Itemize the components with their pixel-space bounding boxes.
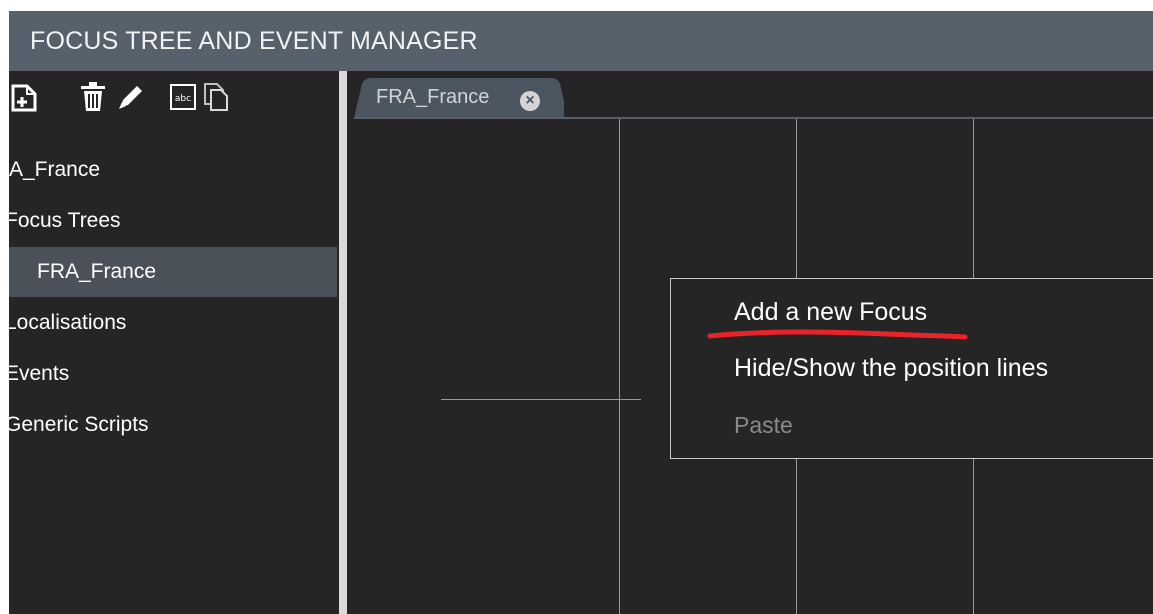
tree-item-fra-france[interactable]: FRA_France bbox=[9, 247, 337, 297]
menu-item-add-new-focus[interactable]: Add a new Focus bbox=[734, 298, 927, 327]
position-line bbox=[441, 399, 641, 400]
trash-icon[interactable] bbox=[77, 81, 109, 113]
tree-item-label: Generic Scripts bbox=[9, 413, 149, 436]
menu-item-toggle-position-lines[interactable]: Hide/Show the position lines bbox=[734, 354, 1048, 383]
sidebar: abc A_France Focus Trees FRA_France Loca… bbox=[9, 71, 339, 614]
tree-item-generic-scripts[interactable]: Generic Scripts bbox=[9, 400, 333, 450]
sidebar-toolbar: abc bbox=[9, 81, 339, 121]
context-menu: Add a new Focus Hide/Show the position l… bbox=[670, 278, 1153, 459]
tab-label: FRA_France bbox=[376, 86, 490, 108]
tree-item-events[interactable]: Events bbox=[9, 349, 333, 399]
tree-item-root[interactable]: A_France bbox=[9, 145, 337, 195]
tab-fra-france[interactable]: FRA_France × bbox=[354, 78, 564, 118]
tree-item-focus-trees[interactable]: Focus Trees bbox=[9, 196, 333, 246]
close-icon[interactable]: × bbox=[520, 91, 540, 111]
panel-splitter[interactable] bbox=[339, 71, 347, 614]
tree-item-label: A_France bbox=[9, 158, 101, 181]
position-line bbox=[619, 119, 620, 614]
app-title: FOCUS TREE AND EVENT MANAGER bbox=[9, 11, 1153, 71]
svg-text:abc: abc bbox=[175, 94, 191, 104]
tree-item-label: Events bbox=[9, 362, 70, 385]
red-underline-annotation bbox=[707, 329, 968, 340]
tree-item-label: Localisations bbox=[9, 311, 127, 334]
tree-item-label: FRA_France bbox=[37, 260, 157, 283]
add-file-icon[interactable] bbox=[9, 81, 41, 113]
tree-item-localisations[interactable]: Localisations bbox=[9, 298, 333, 348]
pencil-icon[interactable] bbox=[115, 81, 147, 113]
tree-item-label: Focus Trees bbox=[9, 209, 121, 232]
rename-icon[interactable]: abc bbox=[167, 81, 199, 113]
app-window: FOCUS TREE AND EVENT MANAGER abc A_Franc… bbox=[9, 11, 1153, 614]
menu-item-paste: Paste bbox=[734, 412, 793, 438]
copy-icon[interactable] bbox=[201, 81, 233, 113]
